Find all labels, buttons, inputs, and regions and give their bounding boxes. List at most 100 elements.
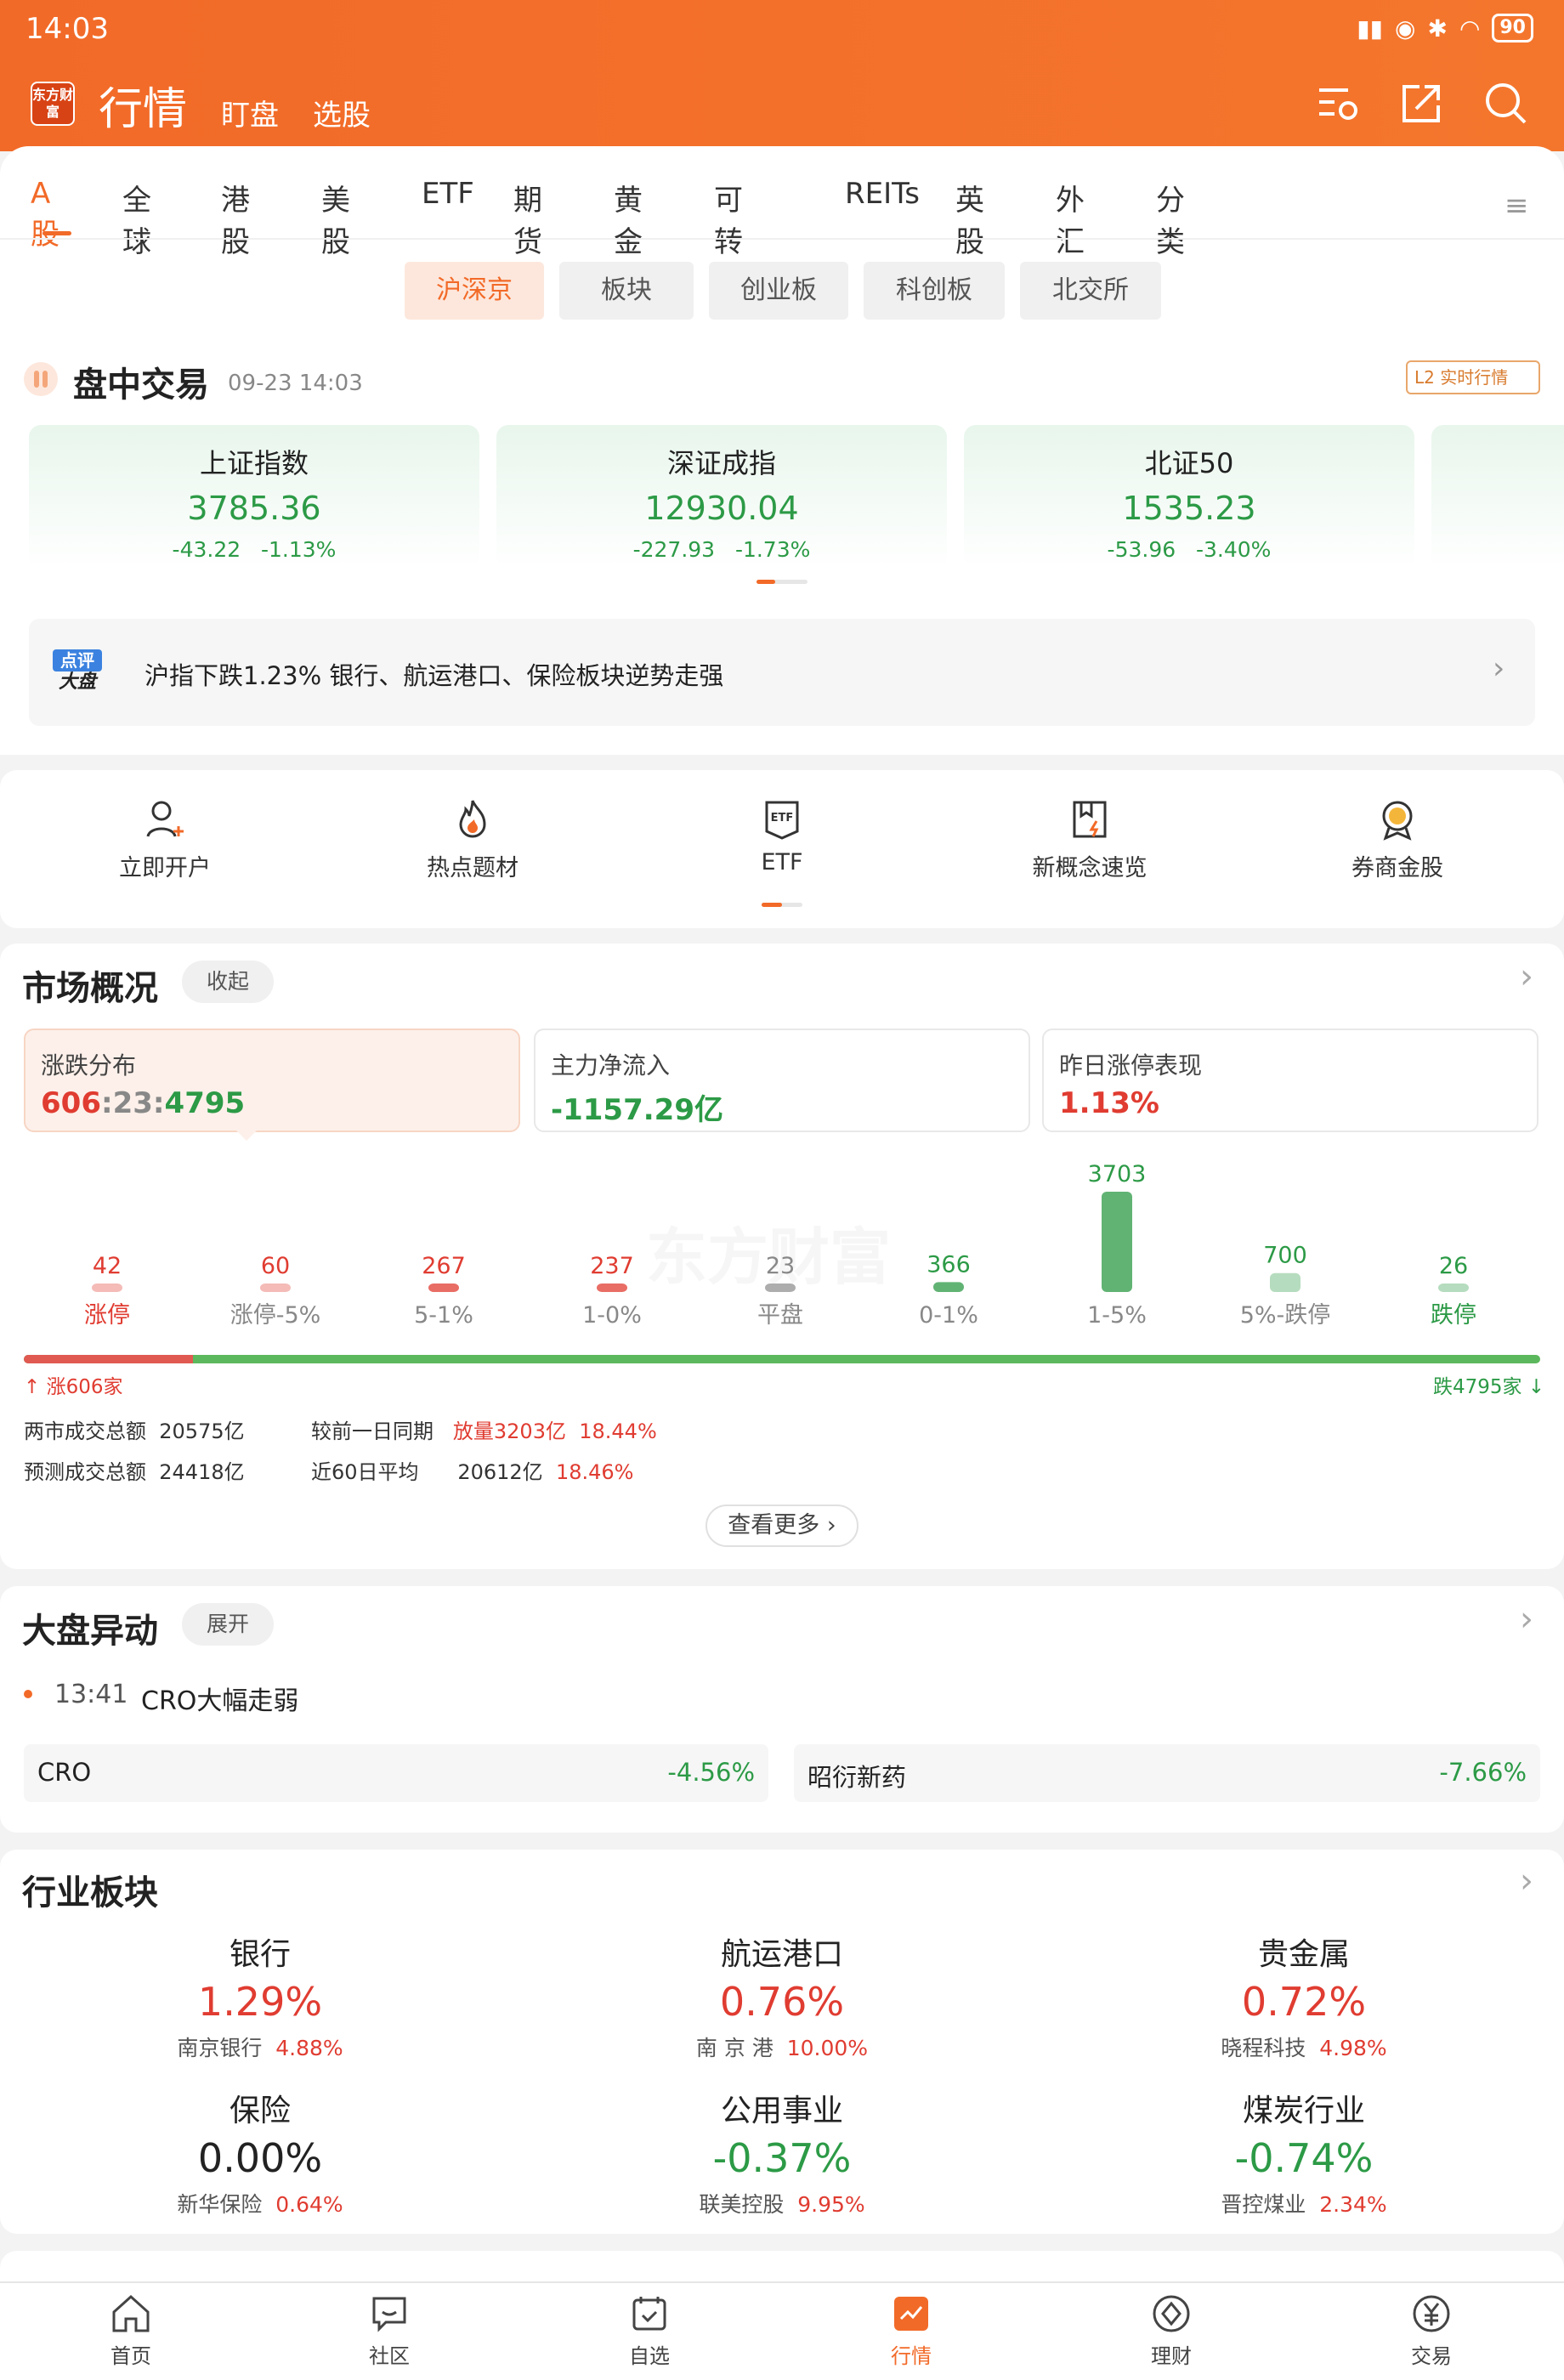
industry-item[interactable]: 航运港口 0.76% 南 京 港 10.00% [612,1930,952,2062]
tab-hk[interactable]: 港股 [221,177,250,260]
industry-pct: 0.76% [719,1979,845,2025]
tab-us[interactable]: 美股 [321,177,350,260]
nav-watchlist[interactable]: 自选 [598,2292,700,2369]
dist-bar [765,1284,796,1292]
industry-pct: -0.37% [712,2135,852,2181]
expand-button[interactable]: 展开 [182,1603,274,1646]
chevron-right-icon[interactable]: › [1520,1600,1533,1639]
trading-status-icon [24,362,58,396]
industry-lead: 晋控煤业 2.34% [1221,2192,1387,2217]
index-card-shenzhen[interactable]: 深证成指 12930.04 -227.93 -1.73% [496,425,947,570]
dist-category-label: 5-1% [414,1302,473,1329]
stock-pct: -7.66% [1439,1758,1527,1787]
industry-item[interactable]: 贵金属 0.72% 晓程科技 4.98% [1134,1930,1474,2062]
dist-category-label: 0-1% [919,1302,978,1329]
tab-reits[interactable]: REITs [845,177,920,211]
status-time: 14:03 [26,12,109,46]
home-icon [112,2294,150,2332]
tab-a-shares[interactable]: A股 [31,177,60,252]
dist-category-label: 跌停 [1431,1302,1476,1329]
subtab-chinext[interactable]: 创业板 [709,262,848,320]
market-comment-bar[interactable]: 点评 大盘 沪指下跌1.23% 银行、航运港口、保险板块逆势走强 › [29,619,1535,726]
book-lightning-icon [1073,801,1107,838]
battery-indicator: 90 [1492,14,1533,42]
industry-item[interactable]: 保险 0.00% 新华保险 0.64% [90,2086,430,2218]
flame-icon [459,800,486,838]
subtab-bse[interactable]: 北交所 [1020,262,1161,320]
nav-community[interactable]: 社区 [338,2292,440,2369]
subtab-star[interactable]: 科创板 [864,262,1005,320]
quick-etf[interactable]: ETF ETF [714,796,850,876]
view-more-button[interactable]: 查看更多 › [706,1504,858,1547]
share-icon[interactable] [1396,78,1447,129]
menu-icon[interactable]: ≡ [1504,189,1529,223]
tab-global[interactable]: 全球 [122,177,151,260]
index-card-partial[interactable] [1431,425,1564,570]
tab-futures[interactable]: 期货 [513,177,542,260]
industry-lead: 新华保险 0.64% [177,2192,343,2217]
trading-title: 盘中交易 [73,366,209,405]
subtab-sector[interactable]: 板块 [559,262,694,320]
book-icon: ▮▮ [1357,14,1384,42]
distribution-chart: 42 涨停 60 涨停-5% 267 5-1% 237 1-0% 23 平盘 366 0-1% 3703… [84,1161,1476,1329]
dist-category-label: 平盘 [757,1302,803,1329]
rise-fall-distribution-card[interactable]: 涨跌分布 606:23:4795 [24,1028,520,1132]
quick-open-account[interactable]: 立即开户 [97,796,233,882]
main-net-inflow-card[interactable]: 主力净流入 -1157.29亿 [534,1028,1030,1132]
app-header: 14:03 ▮▮ ◉ ✱ ◠ 90 东方财富 行情 盯盘 选股 [0,0,1564,151]
quick-label: 热点题材 [427,855,518,881]
index-change: -227.93 -1.73% [632,537,811,562]
nav-wealth[interactable]: 理财 [1120,2292,1222,2369]
industry-name: 保险 [229,2094,291,2128]
index-change: -53.96 -3.40% [1107,537,1272,562]
yuan-icon [1413,2295,1450,2332]
nav-trade[interactable]: 交易 [1380,2292,1482,2369]
index-change: -43.22 -1.13% [172,537,337,562]
dist-bar [1438,1284,1469,1292]
industry-item[interactable]: 煤炭行业 -0.74% 晋控煤业 2.34% [1134,2086,1474,2218]
stock-pct: -4.56% [667,1758,755,1787]
index-card-shanghai[interactable]: 上证指数 3785.36 -43.22 -1.13% [29,425,479,570]
collapse-button[interactable]: 收起 [182,960,274,1003]
quick-hot-topics[interactable]: 热点题材 [405,796,541,882]
quick-broker-picks[interactable]: 券商金股 [1329,796,1465,882]
tab-forex[interactable]: 外汇 [1056,177,1085,260]
chevron-right-icon[interactable]: › [1520,957,1533,996]
tab-etf[interactable]: ETF [422,177,474,211]
dist-bar [1270,1272,1300,1292]
tab-uk[interactable]: 英股 [955,177,984,260]
nav-home[interactable]: 首页 [80,2292,182,2369]
anomaly-stock-cro[interactable]: CRO -4.56% [24,1744,768,1802]
limit-up-performance-card[interactable]: 昨日涨停表现 1.13% [1042,1028,1538,1132]
diamond-icon [1153,2295,1190,2332]
bluetooth-icon: ✱ [1427,14,1448,42]
industry-pct: 0.00% [197,2135,323,2181]
anomaly-title: 大盘异动 [22,1612,158,1651]
bottom-nav: 首页 社区 自选 行情 理财 交易 [0,2281,1564,2380]
industry-item[interactable]: 银行 1.29% 南京银行 4.88% [90,1930,430,2062]
calendar-check-icon [632,2297,666,2331]
subtab-hushenjing[interactable]: 沪深京 [405,262,544,320]
card-value: 1.13% [1059,1086,1159,1120]
anomaly-event[interactable]: CRO大幅走弱 [141,1680,298,1717]
nav-market[interactable]: 行情 [860,2292,962,2369]
dist-value-label: 26 [1439,1253,1468,1279]
tab-category[interactable]: 分类 [1156,177,1185,260]
settings-list-icon[interactable] [1312,78,1363,129]
quick-indicator-active [762,903,782,907]
dist-bar [260,1284,291,1292]
l2-badge[interactable]: L2 实时行情 [1406,360,1540,394]
market-overview-title: 市场概况 [22,969,158,1008]
dist-category-label: 涨停 [84,1302,130,1329]
nav-dingpan[interactable]: 盯盘 [221,92,279,133]
index-name: 北证50 [1144,447,1234,479]
chevron-right-icon[interactable]: › [1520,1862,1533,1901]
anomaly-stock-zhaoyan[interactable]: 昭衍新药 -7.66% [794,1744,1540,1802]
quick-new-concepts[interactable]: 新概念速览 [1022,796,1158,882]
tab-gold[interactable]: 黄金 [614,177,643,260]
industry-item[interactable]: 公用事业 -0.37% 联美控股 9.95% [612,2086,952,2218]
search-icon[interactable] [1481,78,1532,129]
nav-xuangu[interactable]: 选股 [313,92,371,133]
index-card-bse50[interactable]: 北证50 1535.23 -53.96 -3.40% [964,425,1414,570]
dist-bar [1102,1192,1132,1292]
